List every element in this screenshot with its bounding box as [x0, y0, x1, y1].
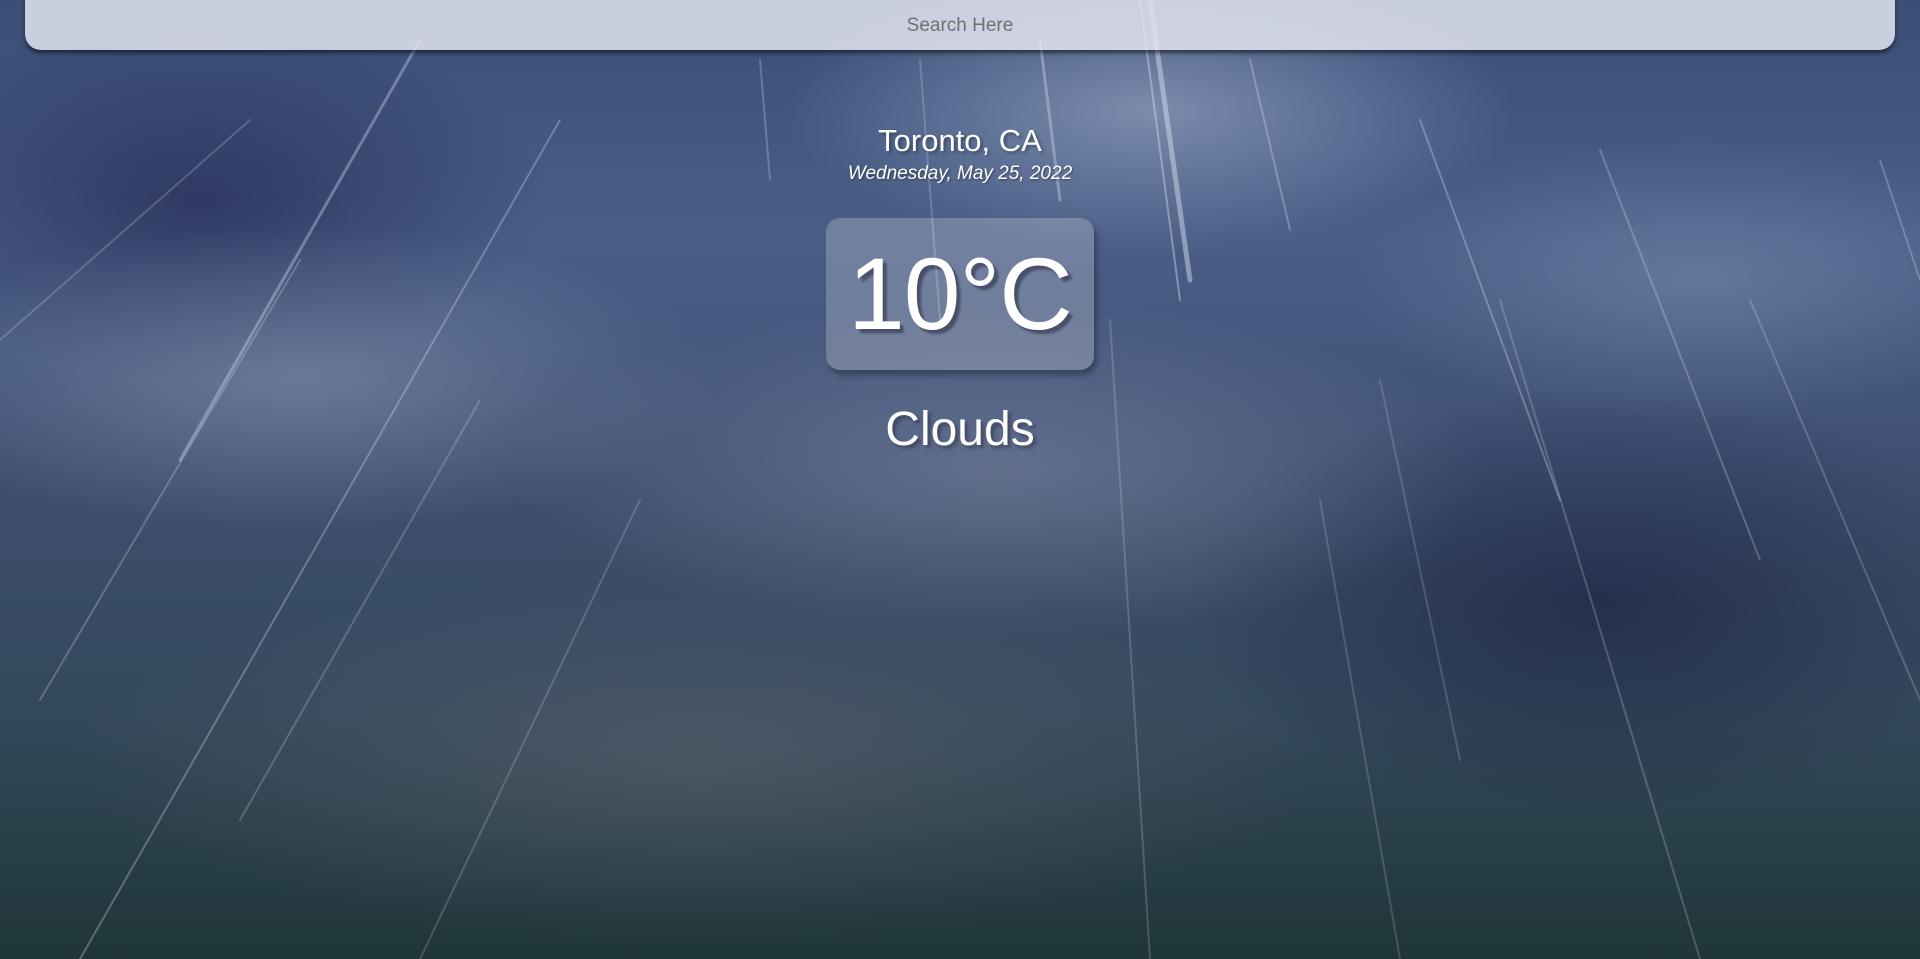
current-date: Wednesday, May 25, 2022	[847, 163, 1073, 184]
temperature-box: 10°C	[826, 218, 1094, 370]
temperature-value: 10°C	[848, 237, 1073, 351]
location-title: Toronto, CA	[878, 123, 1042, 158]
weather-condition: Clouds	[885, 403, 1035, 456]
search-input[interactable]	[25, 0, 1895, 50]
